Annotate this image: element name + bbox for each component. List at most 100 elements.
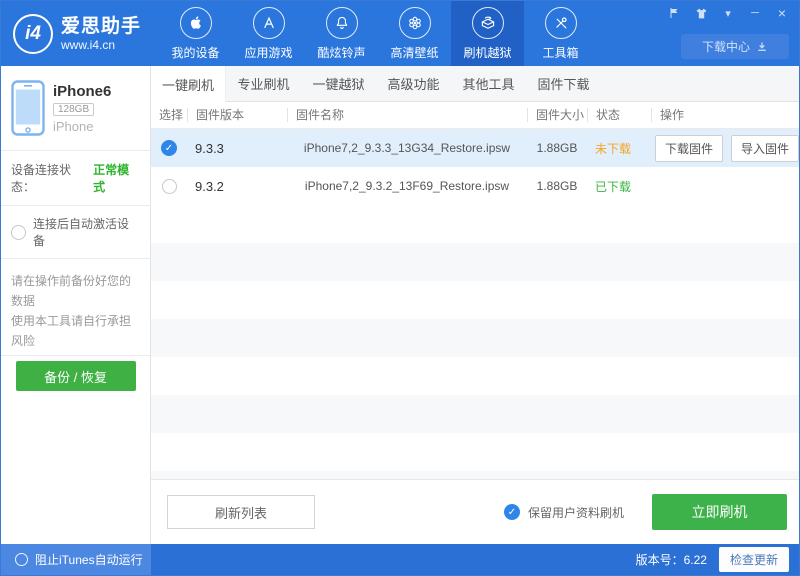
table-row-firmware-933[interactable]: ✓ 9.3.3 iPhone7,2_9.3.3_13G34_Restore.ip… xyxy=(151,129,799,167)
download-firmware-button[interactable]: 下载固件 xyxy=(655,135,723,162)
keep-user-data-checkbox[interactable]: ✓ xyxy=(504,504,520,520)
close-icon[interactable]: × xyxy=(775,6,789,20)
action-bar: 刷新列表 ✓ 保留用户资料刷机 立即刷机 xyxy=(151,479,799,544)
menu-chevron-icon[interactable]: ▾ xyxy=(721,6,735,20)
block-itunes-option[interactable]: 阻止iTunes自动运行 xyxy=(1,544,151,575)
device-info-panel: iPhone6 128GB iPhone xyxy=(1,66,150,151)
flash-now-button[interactable]: 立即刷机 xyxy=(652,494,787,530)
empty-row xyxy=(151,395,799,433)
firmware-size: 1.88GB xyxy=(527,141,587,155)
backup-warning-panel: 请在操作前备份好您的数据 使用本工具请自行承担风险 备份 / 恢复 xyxy=(1,259,150,356)
tab-other-tools[interactable]: 其他工具 xyxy=(451,66,526,101)
table-row-firmware-932[interactable]: 9.3.2 iPhone7,2_9.3.2_13F69_Restore.ipsw… xyxy=(151,167,799,205)
empty-row xyxy=(151,433,799,471)
flower-icon xyxy=(399,7,431,39)
block-itunes-checkbox[interactable] xyxy=(15,553,28,566)
download-center-button[interactable]: 下载中心 xyxy=(681,34,789,59)
connection-status: 设备连接状态：正常模式 xyxy=(1,151,150,206)
firmware-name: iPhone7,2_9.3.2_13F69_Restore.ipsw xyxy=(287,179,527,193)
empty-row xyxy=(151,471,799,479)
refresh-list-button[interactable]: 刷新列表 xyxy=(167,495,315,529)
app-logo: i4 爱思助手 www.i4.cn xyxy=(1,14,151,54)
apple-icon xyxy=(180,7,212,39)
empty-row xyxy=(151,357,799,395)
nav-label: 酷炫铃声 xyxy=(317,44,365,61)
device-name: iPhone6 xyxy=(53,83,111,100)
download-center-label: 下载中心 xyxy=(702,38,750,55)
column-header-firmware-size: 固件大小 xyxy=(527,108,587,122)
tab-one-key-jailbreak[interactable]: 一键越狱 xyxy=(301,66,376,101)
import-firmware-button[interactable]: 导入固件 xyxy=(731,135,799,162)
firmware-version: 9.3.3 xyxy=(187,141,287,156)
nav-label: 应用游戏 xyxy=(244,44,292,61)
device-model: iPhone xyxy=(53,119,111,134)
row-radio-unchecked[interactable] xyxy=(162,179,177,194)
sidebar-empty-area xyxy=(1,356,150,544)
nav-item-flash-jailbreak[interactable]: 刷机越狱 xyxy=(451,1,524,66)
header: i4 爱思助手 www.i4.cn 我的设备 应用游戏 xyxy=(1,1,799,66)
check-update-button[interactable]: 检查更新 xyxy=(719,547,789,572)
window-controls: ▾ ─ × xyxy=(667,6,789,20)
column-header-status: 状态 xyxy=(587,108,651,122)
table-header: 选择 固件版本 固件名称 固件大小 状态 操作 xyxy=(151,102,799,129)
bell-icon xyxy=(326,7,358,39)
keep-user-data-label: 保留用户资料刷机 xyxy=(528,504,624,521)
firmware-status: 未下载 xyxy=(587,140,651,157)
app-title: 爱思助手 xyxy=(61,16,141,38)
device-capacity-badge: 128GB xyxy=(53,103,94,116)
warning-text-line1: 请在操作前备份好您的数据 xyxy=(11,271,140,311)
appstore-icon xyxy=(253,7,285,39)
iphone-device-icon xyxy=(11,80,45,136)
column-header-firmware-version: 固件版本 xyxy=(187,108,287,122)
sidebar: iPhone6 128GB iPhone 设备连接状态：正常模式 连接后自动激活… xyxy=(1,66,151,544)
firmware-version: 9.3.2 xyxy=(187,179,287,194)
nav-label: 工具箱 xyxy=(542,44,578,61)
auto-activate-option[interactable]: 连接后自动激活设备 xyxy=(1,206,150,259)
block-itunes-label: 阻止iTunes自动运行 xyxy=(35,551,143,568)
connection-status-value: 正常模式 xyxy=(93,161,140,195)
tools-icon xyxy=(545,7,577,39)
status-bar: 阻止iTunes自动运行 版本号：6.22 检查更新 xyxy=(1,544,799,575)
feedback-flag-icon[interactable] xyxy=(667,6,681,20)
row-radio-checked[interactable]: ✓ xyxy=(161,140,177,156)
download-icon xyxy=(756,41,768,53)
jailbreak-box-icon xyxy=(472,7,504,39)
body: iPhone6 128GB iPhone 设备连接状态：正常模式 连接后自动激活… xyxy=(1,66,799,544)
app-window: i4 爱思助手 www.i4.cn 我的设备 应用游戏 xyxy=(0,0,800,576)
nav-item-apps-games[interactable]: 应用游戏 xyxy=(232,1,305,66)
app-url: www.i4.cn xyxy=(61,38,141,52)
i4-logo-icon: i4 xyxy=(13,14,53,54)
empty-row xyxy=(151,205,799,243)
tab-firmware-download[interactable]: 固件下载 xyxy=(526,66,601,101)
nav-item-ringtones[interactable]: 酷炫铃声 xyxy=(305,1,378,66)
column-header-firmware-name: 固件名称 xyxy=(287,108,527,122)
firmware-table: ✓ 9.3.3 iPhone7,2_9.3.3_13G34_Restore.ip… xyxy=(151,129,799,479)
version-number: 版本号：6.22 xyxy=(636,551,707,568)
theme-shirt-icon[interactable] xyxy=(694,6,708,20)
tab-pro-flash[interactable]: 专业刷机 xyxy=(226,66,301,101)
auto-activate-checkbox[interactable] xyxy=(11,225,26,240)
firmware-size: 1.88GB xyxy=(527,179,587,193)
connection-status-label: 设备连接状态： xyxy=(11,161,93,195)
main-panel: 一键刷机 专业刷机 一键越狱 高级功能 其他工具 固件下载 选择 固件版本 固件… xyxy=(151,66,799,544)
firmware-status: 已下载 xyxy=(587,178,651,195)
minimize-icon[interactable]: ─ xyxy=(748,6,762,20)
warning-text-line2: 使用本工具请自行承担风险 xyxy=(11,311,140,351)
nav-item-my-device[interactable]: 我的设备 xyxy=(159,1,232,66)
nav-label: 高清壁纸 xyxy=(390,44,438,61)
nav-label: 刷机越狱 xyxy=(463,44,511,61)
empty-row xyxy=(151,243,799,281)
nav-label: 我的设备 xyxy=(171,44,219,61)
empty-row xyxy=(151,281,799,319)
empty-row xyxy=(151,319,799,357)
column-header-operations: 操作 xyxy=(651,108,799,122)
tab-bar: 一键刷机 专业刷机 一键越狱 高级功能 其他工具 固件下载 xyxy=(151,66,799,102)
tab-one-key-flash[interactable]: 一键刷机 xyxy=(151,66,226,102)
main-nav: 我的设备 应用游戏 酷炫铃声 高清壁纸 xyxy=(159,1,597,66)
tab-advanced-features[interactable]: 高级功能 xyxy=(376,66,451,101)
auto-activate-label: 连接后自动激活设备 xyxy=(33,215,140,249)
nav-item-toolbox[interactable]: 工具箱 xyxy=(524,1,597,66)
firmware-name: iPhone7,2_9.3.3_13G34_Restore.ipsw xyxy=(287,141,527,155)
nav-item-wallpapers[interactable]: 高清壁纸 xyxy=(378,1,451,66)
column-header-select: 选择 xyxy=(151,108,187,122)
